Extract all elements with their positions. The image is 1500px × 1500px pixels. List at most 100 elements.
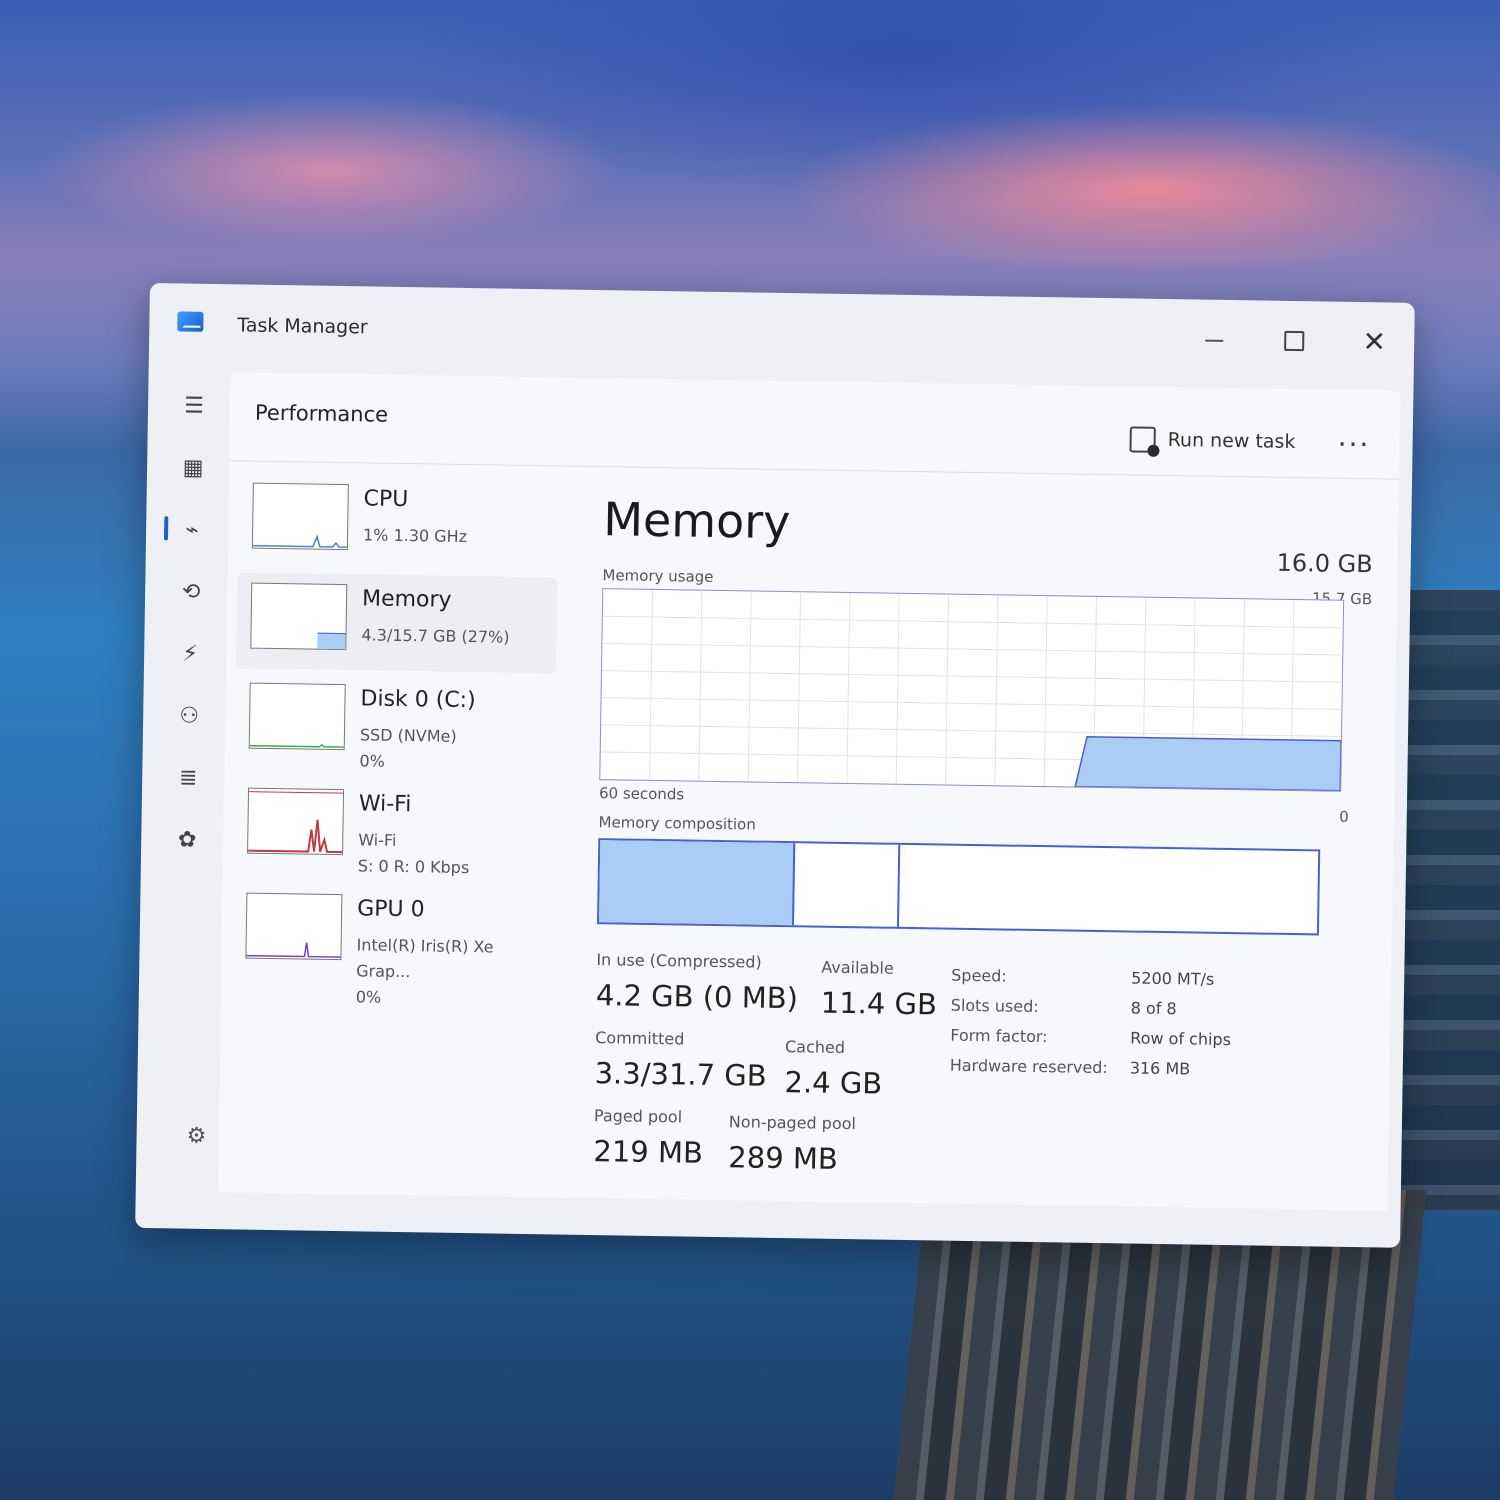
run-task-icon (1129, 426, 1156, 453)
users-icon[interactable]: ⚇ (169, 696, 210, 737)
disk-sparkline (249, 743, 344, 748)
minimize-icon (1205, 339, 1224, 342)
close-icon: ✕ (1362, 325, 1387, 359)
perf-item-disk[interactable]: Disk 0 (C:) SSD (NVMe) 0% (234, 672, 555, 773)
gpu-graph-thumbnail (245, 892, 343, 961)
perf-item-detail: Wi-Fi S: 0 R: 0 Kbps (358, 827, 470, 881)
available-value: 11.4 GB (820, 985, 938, 1022)
composition-standby (899, 845, 1318, 934)
disk-graph-thumbnail (248, 682, 346, 751)
paged-pool-value: 219 MB (593, 1134, 704, 1170)
perf-item-memory[interactable]: Memory 4.3/15.7 GB (27%) (235, 572, 558, 674)
non-paged-pool-label: Non-paged pool (728, 1112, 857, 1134)
details-icon[interactable]: ≣ (168, 758, 209, 799)
form-factor-label: Form factor: (950, 1025, 1048, 1047)
grid-line-vertical (797, 592, 802, 783)
perf-item-name: Disk 0 (C:) (360, 686, 476, 714)
memory-composition-bar (596, 838, 1321, 936)
cached-value: 2.4 GB (784, 1065, 883, 1101)
task-manager-app-icon (177, 311, 204, 332)
services-icon[interactable]: ✿ (167, 820, 208, 861)
in-use-value: 4.2 GB (0 MB) (595, 978, 799, 1016)
processes-icon[interactable]: ▦ (173, 448, 214, 489)
app-history-icon[interactable]: ⟲ (171, 572, 212, 613)
grid-line-vertical (945, 594, 950, 785)
memory-usage-chart (599, 588, 1345, 792)
grid-line-horizontal (601, 670, 1342, 683)
wifi-adapter: Wi-Fi (358, 830, 397, 850)
non-paged-pool-value: 289 MB (728, 1140, 839, 1176)
speed-label: Speed: (951, 965, 1007, 986)
perf-item-wifi[interactable]: Wi-Fi Wi-Fi S: 0 R: 0 Kbps (233, 777, 554, 878)
performance-list: CPU 1% 1.30 GHz Memory 4.3/15.7 GB (27%)… (231, 472, 569, 1007)
grid-line-vertical (698, 590, 703, 781)
perf-item-detail: Intel(R) Iris(R) Xe Grap... 0% (356, 932, 552, 1013)
committed-value: 3.3/31.7 GB (594, 1056, 767, 1093)
more-options-button[interactable]: ... (1337, 420, 1370, 454)
memory-title: Memory (602, 492, 791, 550)
grid-line-vertical (846, 593, 851, 784)
perf-item-name: Memory (361, 586, 452, 613)
gpu-usage: 0% (355, 987, 382, 1007)
active-indicator (163, 516, 169, 541)
memory-usage-graph (600, 589, 1343, 792)
form-factor-value: Row of chips (1130, 1028, 1232, 1050)
memory-fill (317, 632, 346, 651)
perf-item-detail: 1% 1.30 GHz (362, 525, 468, 547)
title-bar[interactable]: Task Manager ✕ (149, 283, 1415, 383)
navigation-rail: ☰ ▦ ⌁ ⟲ ⚡ ⚇ ≣ ✿ (154, 378, 227, 1179)
minimize-button[interactable] (1189, 319, 1240, 360)
memory-composition-label: Memory composition (598, 813, 756, 834)
grid-line-vertical (895, 593, 900, 784)
perf-item-detail: 4.3/15.7 GB (27%) (361, 625, 510, 647)
grid-line-horizontal (601, 697, 1342, 710)
startup-apps-icon[interactable]: ⚡ (170, 634, 211, 675)
perf-item-detail: SSD (NVMe) 0% (359, 722, 457, 776)
maximize-icon (1284, 330, 1305, 352)
page-title: Performance (254, 400, 389, 427)
wifi-sparkline (248, 791, 344, 854)
memory-detail-panel: Memory 16.0 GB Memory usage 15.7 GB 60 s… (593, 478, 1374, 1190)
usage-zero-label: 0 (1339, 807, 1349, 826)
performance-page: Performance Run new task ... CPU 1% 1.30… (217, 372, 1401, 1211)
grid-line-vertical (649, 589, 654, 780)
grid-line-vertical (994, 595, 999, 786)
memory-usage-label: Memory usage (602, 566, 714, 586)
hamburger-icon[interactable]: ☰ (174, 386, 215, 427)
hardware-reserved-label: Hardware reserved: (949, 1055, 1108, 1078)
committed-label: Committed (595, 1028, 685, 1049)
maximize-button[interactable] (1269, 321, 1320, 362)
perf-item-gpu[interactable]: GPU 0 Intel(R) Iris(R) Xe Grap... 0% (231, 882, 552, 1007)
perf-item-cpu[interactable]: CPU 1% 1.30 GHz (238, 472, 559, 573)
wifi-graph-thumbnail (247, 787, 345, 856)
grid-line-vertical (1043, 596, 1048, 787)
memory-graph-thumbnail (250, 582, 348, 651)
window-title: Task Manager (237, 314, 368, 339)
cpu-graph-thumbnail (251, 482, 349, 551)
speed-value: 5200 MT/s (1131, 968, 1215, 989)
grid-line-horizontal (602, 615, 1343, 629)
run-new-task-label: Run new task (1167, 429, 1296, 454)
perf-item-name: CPU (363, 486, 409, 513)
slots-used-value: 8 of 8 (1130, 998, 1177, 1019)
gpu-model: Intel(R) Iris(R) Xe Grap... (356, 935, 494, 982)
paged-pool-label: Paged pool (593, 1106, 683, 1127)
close-button[interactable]: ✕ (1349, 322, 1400, 363)
settings-icon[interactable]: ⚙ (186, 1124, 206, 1149)
cpu-sparkline (252, 534, 347, 548)
performance-icon[interactable]: ⌁ (172, 510, 213, 551)
hardware-reserved-value: 316 MB (1129, 1058, 1191, 1079)
task-manager-window: Task Manager ✕ ☰ ▦ ⌁ ⟲ ⚡ ⚇ ≣ ✿ ⚙ Perform… (135, 283, 1415, 1248)
perf-item-name: Wi-Fi (358, 791, 412, 818)
cached-label: Cached (784, 1037, 846, 1058)
composition-modified (793, 843, 901, 927)
run-new-task-button[interactable]: Run new task (1129, 426, 1296, 455)
disk-type: SSD (NVMe) (359, 725, 457, 746)
disk-usage: 0% (359, 751, 386, 771)
grid-line-horizontal (602, 642, 1343, 656)
grid-line-vertical (747, 591, 752, 782)
time-span-label: 60 seconds (598, 784, 685, 804)
wifi-throughput: S: 0 R: 0 Kbps (357, 856, 470, 878)
gpu-sparkline (246, 942, 341, 958)
grid-line-horizontal (601, 724, 1342, 737)
